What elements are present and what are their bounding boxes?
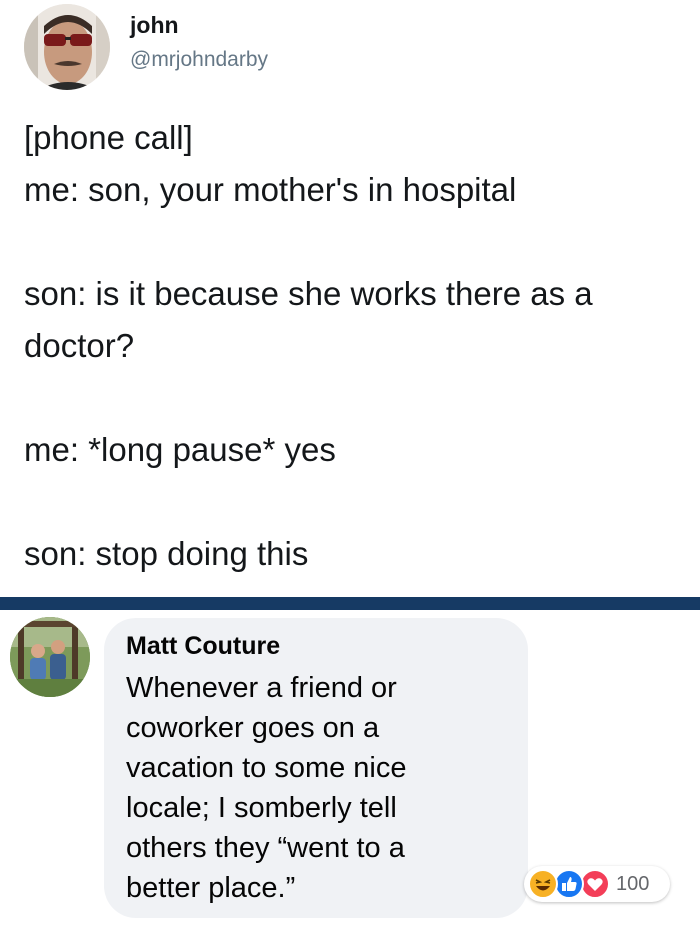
reaction-summary[interactable]: 100 [524, 866, 670, 902]
tweet-author-name[interactable]: john [130, 12, 179, 39]
comment-author-avatar[interactable] [10, 617, 90, 697]
reaction-count: 100 [616, 873, 650, 895]
tweet-line: son: stop doing this [24, 535, 309, 572]
comment-line: locale; I somberly tell [126, 792, 397, 824]
tweet-author-handle[interactable]: @mrjohndarby [130, 48, 268, 72]
comment-line: coworker goes on a [126, 712, 380, 744]
section-divider [0, 597, 700, 610]
tweet-line: me: son, your mother's in hospital [24, 171, 517, 208]
tweet-line: son: is it because she works there as a [24, 275, 593, 312]
tweet-line: doctor? [24, 327, 135, 364]
comment-line: Whenever a friend or [126, 672, 397, 704]
comment-line: others they “went to a [126, 832, 405, 864]
tweet-line: [phone call] [24, 119, 193, 156]
tweet-line: me: *long pause* yes [24, 431, 336, 468]
comment-line: vacation to some nice [126, 752, 407, 784]
tweet-card: john @mrjohndarby [phone call] me: son, … [0, 0, 700, 597]
haha-icon [528, 869, 558, 899]
tweet-author-avatar[interactable] [24, 4, 110, 90]
comment-text: Whenever a friend or coworker goes on a … [126, 668, 516, 908]
tweet-text: [phone call] me: son, your mother's in h… [24, 112, 688, 580]
like-icon [554, 869, 584, 899]
comment-author-name[interactable]: Matt Couture [126, 632, 280, 661]
love-icon [580, 869, 610, 899]
comment-line: better place.” [126, 872, 296, 904]
